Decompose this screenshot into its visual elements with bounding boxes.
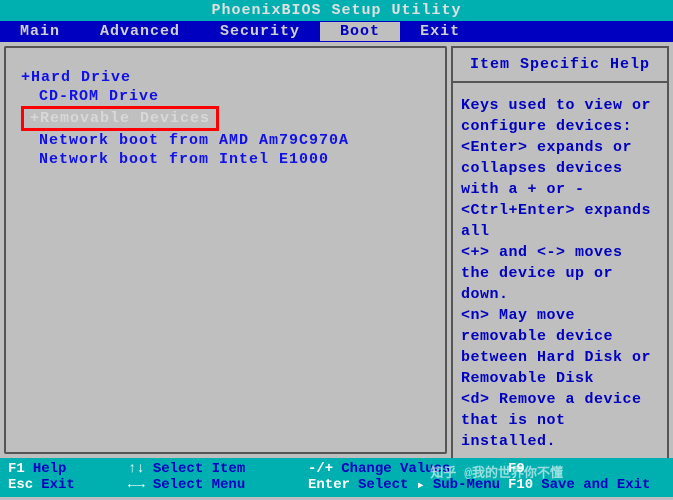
key-enter: Enter	[308, 477, 350, 494]
footer-bar: F1 Help ↑↓ Select Item -/+ Change Values…	[0, 458, 673, 497]
boot-removable-devices[interactable]: +Removable Devices	[21, 106, 219, 131]
bios-title: PhoenixBIOS Setup Utility	[0, 0, 673, 21]
key-leftright: ←→	[128, 477, 145, 494]
help-panel: Item Specific Help Keys used to view or …	[451, 46, 669, 454]
label-select-item: Select Item	[153, 461, 245, 477]
footer-row-2: Esc Exit ←→ Select Menu Enter Select ▸ S…	[8, 477, 665, 494]
boot-hard-drive[interactable]: +Hard Drive	[21, 68, 430, 87]
key-submenu-icon: ▸	[416, 477, 424, 494]
key-esc: Esc	[8, 477, 33, 494]
key-f1: F1	[8, 461, 25, 477]
menu-security[interactable]: Security	[200, 22, 320, 41]
boot-cdrom[interactable]: CD-ROM Drive	[39, 87, 430, 106]
menu-advanced[interactable]: Advanced	[80, 22, 200, 41]
boot-device-list: +Hard Drive CD-ROM Drive +Removable Devi…	[4, 46, 447, 454]
menu-boot[interactable]: Boot	[320, 22, 400, 41]
help-text: Keys used to view or configure devices:<…	[451, 83, 669, 466]
key-updown: ↑↓	[128, 461, 145, 477]
label-help: Help	[33, 461, 67, 477]
label-exit: Exit	[41, 477, 75, 494]
label-select-menu: Select Menu	[153, 477, 245, 494]
menu-main[interactable]: Main	[0, 22, 80, 41]
key-plusminus: -/+	[308, 461, 333, 477]
menu-exit[interactable]: Exit	[400, 22, 480, 41]
content-area: +Hard Drive CD-ROM Drive +Removable Devi…	[0, 42, 673, 458]
footer-row-1: F1 Help ↑↓ Select Item -/+ Change Values…	[8, 461, 665, 477]
watermark: 知乎 @我的世界你不懂	[430, 462, 563, 481]
boot-network-amd[interactable]: Network boot from AMD Am79C970A	[39, 131, 430, 150]
menu-bar: Main Advanced Security Boot Exit	[0, 21, 673, 42]
help-title: Item Specific Help	[451, 46, 669, 83]
boot-network-intel[interactable]: Network boot from Intel E1000	[39, 150, 430, 169]
label-select: Select	[358, 477, 408, 494]
